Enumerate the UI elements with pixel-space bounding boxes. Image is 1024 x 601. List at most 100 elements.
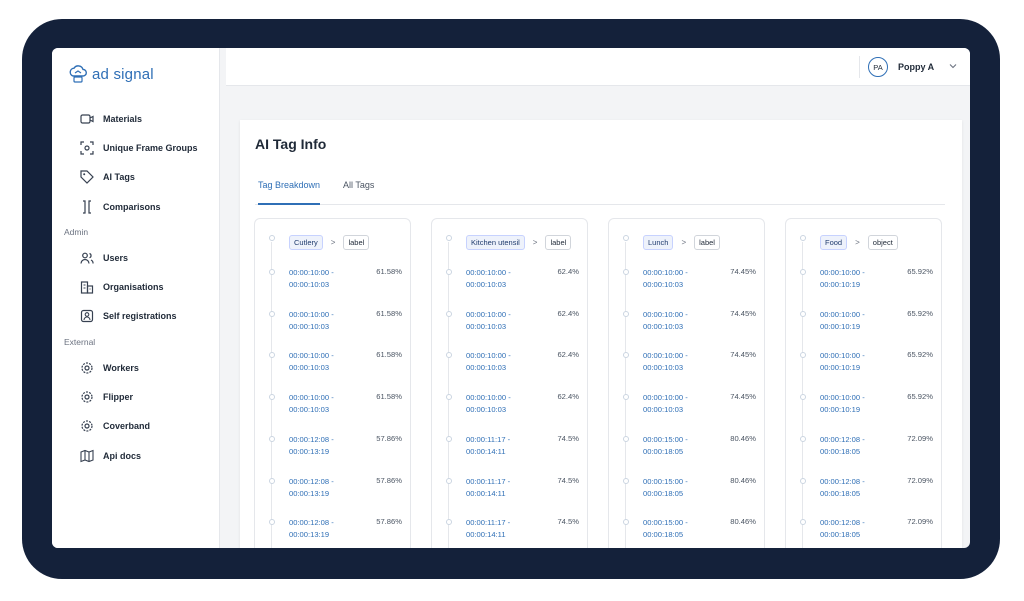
timecode-start[interactable]: 00:00:10:00 - xyxy=(820,350,865,362)
timecode-start[interactable]: 00:00:10:00 - xyxy=(643,267,688,279)
avatar[interactable]: PA xyxy=(868,57,888,77)
timecode-end[interactable]: 00:00:10:19 xyxy=(820,362,865,374)
sidebar-item-comparisons[interactable]: Comparisons xyxy=(52,192,220,221)
timecode-end[interactable]: 00:00:13:19 xyxy=(289,446,334,458)
timecode-start[interactable]: 00:00:12:08 - xyxy=(289,434,334,446)
timecode-start[interactable]: 00:00:10:00 - xyxy=(643,392,688,404)
timecode-link[interactable]: 00:00:10:00 -00:00:10:03 xyxy=(289,267,334,291)
timecode-start[interactable]: 00:00:15:00 - xyxy=(643,434,688,446)
timecode-start[interactable]: 00:00:10:00 - xyxy=(289,350,334,362)
timecode-link[interactable]: 00:00:12:08 -00:00:18:05 xyxy=(820,476,865,500)
tab-all-tags[interactable]: All Tags xyxy=(343,180,374,205)
timecode-link[interactable]: 00:00:10:00 -00:00:10:03 xyxy=(466,350,511,374)
sidebar-item-organisations[interactable]: Organisations xyxy=(52,272,220,301)
tag-chip[interactable]: Food xyxy=(820,235,848,250)
sidebar-item-users[interactable]: Users xyxy=(52,243,220,272)
timecode-end[interactable]: 00:00:10:03 xyxy=(466,362,511,374)
user-name[interactable]: Poppy A xyxy=(898,62,934,72)
timecode-link[interactable]: 00:00:10:00 -00:00:10:19 xyxy=(820,392,865,416)
timecode-link[interactable]: 00:00:12:08 -00:00:18:05 xyxy=(820,434,865,458)
chevron-down-icon[interactable] xyxy=(948,61,958,71)
timecode-end[interactable]: 00:00:13:19 xyxy=(289,488,334,500)
timecode-link[interactable]: 00:00:15:00 -00:00:18:05 xyxy=(643,434,688,458)
timecode-start[interactable]: 00:00:10:00 - xyxy=(289,267,334,279)
logo[interactable]: ad signal xyxy=(68,64,154,84)
timecode-link[interactable]: 00:00:10:00 -00:00:10:19 xyxy=(820,350,865,374)
timecode-end[interactable]: 00:00:10:03 xyxy=(289,404,334,416)
timecode-link[interactable]: 00:00:11:17 -00:00:14:11 xyxy=(466,517,510,541)
timecode-start[interactable]: 00:00:10:00 - xyxy=(466,309,511,321)
timecode-link[interactable]: 00:00:15:00 -00:00:18:05 xyxy=(643,517,688,541)
sidebar-item-flipper[interactable]: Flipper xyxy=(52,382,220,411)
timecode-end[interactable]: 00:00:18:05 xyxy=(820,529,865,541)
sidebar-item-materials[interactable]: Materials xyxy=(52,104,220,133)
timecode-start[interactable]: 00:00:10:00 - xyxy=(643,309,688,321)
timecode-end[interactable]: 00:00:10:03 xyxy=(289,321,334,333)
timecode-end[interactable]: 00:00:10:03 xyxy=(466,279,511,291)
tab-tag-breakdown[interactable]: Tag Breakdown xyxy=(258,180,321,205)
timecode-link[interactable]: 00:00:10:00 -00:00:10:03 xyxy=(466,309,511,333)
timecode-start[interactable]: 00:00:11:17 - xyxy=(466,434,510,446)
timecode-link[interactable]: 00:00:10:00 -00:00:10:19 xyxy=(820,267,865,291)
timecode-end[interactable]: 00:00:10:03 xyxy=(643,321,688,333)
tag-chip[interactable]: Cutlery xyxy=(289,235,323,250)
timecode-end[interactable]: 00:00:10:03 xyxy=(643,404,688,416)
timecode-start[interactable]: 00:00:15:00 - xyxy=(643,517,688,529)
timecode-link[interactable]: 00:00:11:17 -00:00:14:11 xyxy=(466,476,510,500)
timecode-end[interactable]: 00:00:18:05 xyxy=(643,446,688,458)
timecode-end[interactable]: 00:00:10:03 xyxy=(643,362,688,374)
timecode-link[interactable]: 00:00:11:17 -00:00:14:11 xyxy=(466,434,510,458)
timecode-end[interactable]: 00:00:18:05 xyxy=(820,488,865,500)
timecode-end[interactable]: 00:00:18:05 xyxy=(643,488,688,500)
timecode-link[interactable]: 00:00:12:08 -00:00:13:19 xyxy=(289,434,334,458)
timecode-start[interactable]: 00:00:10:00 - xyxy=(820,392,865,404)
timecode-link[interactable]: 00:00:10:00 -00:00:10:03 xyxy=(643,267,688,291)
timecode-start[interactable]: 00:00:15:00 - xyxy=(643,476,688,488)
timecode-end[interactable]: 00:00:18:05 xyxy=(643,529,688,541)
timecode-end[interactable]: 00:00:14:11 xyxy=(466,529,510,541)
timecode-start[interactable]: 00:00:12:08 - xyxy=(820,476,865,488)
timecode-start[interactable]: 00:00:10:00 - xyxy=(820,267,865,279)
timecode-link[interactable]: 00:00:12:08 -00:00:13:19 xyxy=(289,476,334,500)
timecode-start[interactable]: 00:00:11:17 - xyxy=(466,517,510,529)
timecode-start[interactable]: 00:00:10:00 - xyxy=(466,350,511,362)
tag-chip[interactable]: Kitchen utensil xyxy=(466,235,525,250)
timecode-start[interactable]: 00:00:12:08 - xyxy=(820,434,865,446)
timecode-start[interactable]: 00:00:12:08 - xyxy=(820,517,865,529)
timecode-start[interactable]: 00:00:10:00 - xyxy=(289,392,334,404)
timecode-start[interactable]: 00:00:11:17 - xyxy=(466,476,510,488)
timecode-link[interactable]: 00:00:10:00 -00:00:10:03 xyxy=(643,392,688,416)
sidebar-item-workers[interactable]: Workers xyxy=(52,353,220,382)
timecode-start[interactable]: 00:00:10:00 - xyxy=(466,267,511,279)
timecode-start[interactable]: 00:00:10:00 - xyxy=(289,309,334,321)
timecode-start[interactable]: 00:00:12:08 - xyxy=(289,476,334,488)
timecode-link[interactable]: 00:00:10:00 -00:00:10:03 xyxy=(289,309,334,333)
timecode-end[interactable]: 00:00:10:03 xyxy=(289,362,334,374)
sidebar-item-self-registrations[interactable]: Self registrations xyxy=(52,302,220,331)
timecode-end[interactable]: 00:00:13:19 xyxy=(289,529,334,541)
timecode-link[interactable]: 00:00:10:00 -00:00:10:03 xyxy=(466,267,511,291)
timecode-end[interactable]: 00:00:18:05 xyxy=(820,446,865,458)
timecode-link[interactable]: 00:00:10:00 -00:00:10:03 xyxy=(643,350,688,374)
timecode-link[interactable]: 00:00:10:00 -00:00:10:03 xyxy=(643,309,688,333)
timecode-end[interactable]: 00:00:10:19 xyxy=(820,404,865,416)
timecode-end[interactable]: 00:00:10:03 xyxy=(466,321,511,333)
sidebar-item-api-docs[interactable]: Api docs xyxy=(52,441,220,470)
timecode-link[interactable]: 00:00:10:00 -00:00:10:03 xyxy=(289,392,334,416)
timecode-start[interactable]: 00:00:10:00 - xyxy=(466,392,511,404)
timecode-end[interactable]: 00:00:10:03 xyxy=(643,279,688,291)
sidebar-item-unique-frame-groups[interactable]: Unique Frame Groups xyxy=(52,133,220,162)
timecode-end[interactable]: 00:00:10:03 xyxy=(466,404,511,416)
sidebar-item-ai-tags[interactable]: AI Tags xyxy=(52,163,220,192)
timecode-end[interactable]: 00:00:10:19 xyxy=(820,321,865,333)
timecode-end[interactable]: 00:00:10:19 xyxy=(820,279,865,291)
timecode-end[interactable]: 00:00:14:11 xyxy=(466,488,510,500)
timecode-link[interactable]: 00:00:12:08 -00:00:18:05 xyxy=(820,517,865,541)
timecode-link[interactable]: 00:00:10:00 -00:00:10:03 xyxy=(289,350,334,374)
tag-chip[interactable]: Lunch xyxy=(643,235,674,250)
timecode-link[interactable]: 00:00:10:00 -00:00:10:19 xyxy=(820,309,865,333)
timecode-start[interactable]: 00:00:12:08 - xyxy=(289,517,334,529)
timecode-link[interactable]: 00:00:12:08 -00:00:13:19 xyxy=(289,517,334,541)
sidebar-item-coverband[interactable]: Coverband xyxy=(52,412,220,441)
timecode-start[interactable]: 00:00:10:00 - xyxy=(820,309,865,321)
